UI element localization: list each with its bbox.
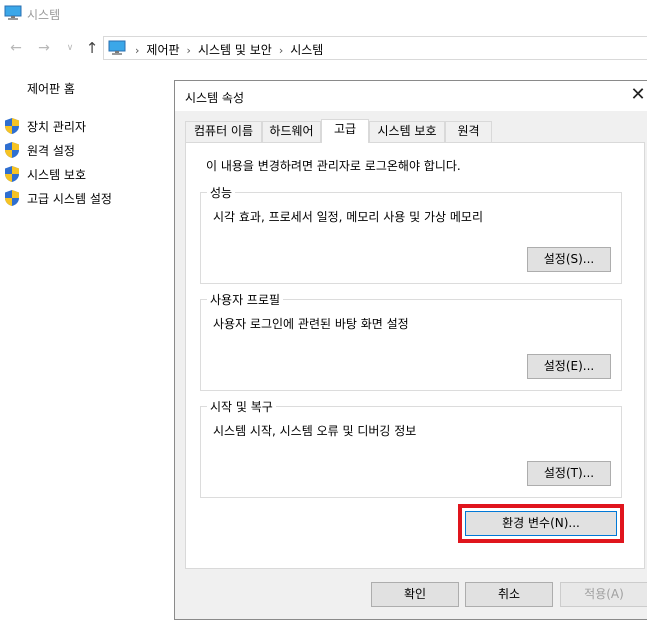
control-panel-home-link[interactable]: 제어판 홈 [27, 80, 75, 97]
system-properties-dialog: 시스템 속성 ✕ 컴퓨터 이름 하드웨어 고급 시스템 보호 원격 이 내용을 … [174, 80, 647, 620]
dialog-title: 시스템 속성 [185, 91, 245, 105]
tab-advanced[interactable]: 고급 [321, 119, 369, 143]
tab-hardware[interactable]: 하드웨어 [262, 121, 321, 142]
ok-button[interactable]: 확인 [371, 582, 459, 607]
startup-recovery-settings-button[interactable]: 설정(T)... [527, 461, 611, 486]
breadcrumb-item[interactable]: 제어판 [146, 43, 179, 57]
close-icon[interactable]: ✕ [627, 84, 647, 106]
chevron-right-icon: › [186, 44, 191, 57]
up-arrow-icon[interactable]: ↑ [84, 39, 100, 57]
user-profile-group: 사용자 프로필 사용자 로그인에 관련된 바탕 화면 설정 설정(E)... [200, 291, 622, 391]
breadcrumb-item[interactable]: 시스템 [290, 43, 323, 57]
sidebar-item-system-protection[interactable]: 시스템 보호 [4, 164, 174, 184]
cancel-button[interactable]: 취소 [465, 582, 553, 607]
back-arrow-icon[interactable]: ← [8, 39, 24, 57]
chevron-down-icon[interactable]: ∨ [62, 39, 78, 57]
computer-icon [4, 5, 22, 21]
sidebar-item-remote-settings[interactable]: 원격 설정 [4, 140, 174, 160]
performance-group: 성능 시각 효과, 프로세서 일정, 메모리 사용 및 가상 메모리 설정(S)… [200, 184, 622, 284]
sidebar-item-label: 시스템 보호 [27, 168, 87, 182]
computer-icon [108, 40, 126, 56]
apply-button[interactable]: 적용(A) [560, 582, 647, 607]
forward-arrow-icon[interactable]: → [36, 39, 52, 57]
uac-shield-icon [4, 117, 20, 135]
group-title: 시작 및 복구 [207, 398, 276, 415]
sidebar-item-label: 장치 관리자 [27, 120, 87, 134]
chevron-right-icon: › [135, 44, 140, 57]
sidebar-item-device-manager[interactable]: 장치 관리자 [4, 116, 174, 136]
tab-system-protection[interactable]: 시스템 보호 [369, 121, 445, 142]
group-title: 성능 [207, 184, 236, 201]
group-title: 사용자 프로필 [207, 291, 284, 308]
highlight-box [458, 504, 624, 543]
startup-recovery-group: 시작 및 복구 시스템 시작, 시스템 오류 및 디버깅 정보 설정(T)... [200, 398, 622, 498]
window-title: 시스템 [27, 8, 61, 22]
tab-computer-name[interactable]: 컴퓨터 이름 [185, 121, 262, 142]
sidebar-item-label: 고급 시스템 설정 [27, 192, 112, 206]
dialog-titlebar[interactable]: 시스템 속성 ✕ [175, 81, 647, 111]
admin-note: 이 내용을 변경하려면 관리자로 로그온해야 합니다. [206, 159, 461, 173]
group-description: 사용자 로그인에 관련된 바탕 화면 설정 [213, 317, 409, 331]
breadcrumb: › 제어판 › 시스템 및 보안 › 시스템 [128, 41, 323, 58]
address-bar[interactable]: › 제어판 › 시스템 및 보안 › 시스템 [103, 36, 647, 60]
window-titlebar: 시스템 [0, 0, 647, 30]
performance-settings-button[interactable]: 설정(S)... [527, 247, 611, 272]
uac-shield-icon [4, 141, 20, 159]
uac-shield-icon [4, 189, 20, 207]
sidebar-item-advanced-settings[interactable]: 고급 시스템 설정 [4, 188, 174, 208]
user-profile-settings-button[interactable]: 설정(E)... [527, 354, 611, 379]
chevron-right-icon: › [278, 44, 284, 57]
tab-remote[interactable]: 원격 [445, 121, 492, 142]
group-description: 시스템 시작, 시스템 오류 및 디버깅 정보 [213, 424, 417, 438]
sidebar-item-label: 원격 설정 [27, 144, 75, 158]
uac-shield-icon [4, 165, 20, 183]
group-description: 시각 효과, 프로세서 일정, 메모리 사용 및 가상 메모리 [213, 210, 483, 224]
breadcrumb-item[interactable]: 시스템 및 보안 [198, 43, 272, 57]
